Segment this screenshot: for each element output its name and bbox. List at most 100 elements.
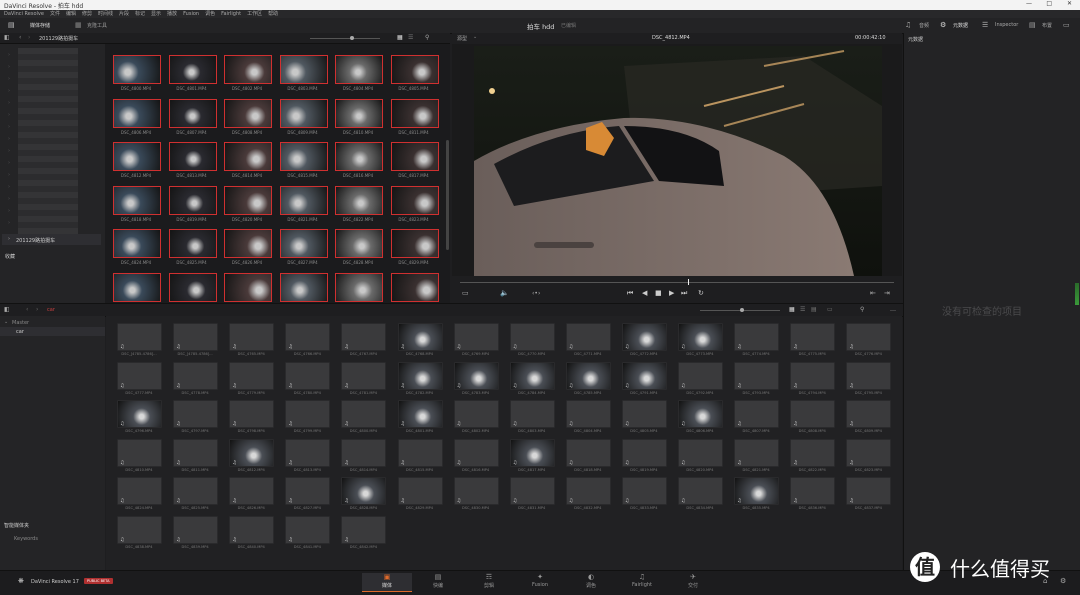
pool-clip-thumbnail[interactable]: ♫ [790, 323, 836, 351]
pool-clip-thumbnail[interactable]: ♫ [453, 477, 499, 505]
pool-clip-thumbnail[interactable]: ♫ [846, 477, 892, 505]
browser-clip-thumbnail[interactable] [168, 55, 217, 84]
pool-thumbnail-slider[interactable] [700, 308, 780, 312]
pool-clip-thumbnail[interactable]: ♫ [846, 438, 892, 467]
browser-clip-thumbnail[interactable] [390, 142, 439, 171]
viewer-mode[interactable]: 源型 [457, 35, 467, 42]
reverse-play-icon[interactable]: ◀ [642, 289, 647, 297]
browser-clip-thumbnail[interactable] [113, 185, 161, 215]
pool-clip-thumbnail[interactable]: ♫ [509, 400, 555, 428]
car-bin[interactable]: car [0, 327, 105, 336]
pool-clip-thumbnail[interactable]: ♫ [229, 361, 275, 390]
browser-clip-thumbnail[interactable] [335, 55, 383, 84]
fullscreen-icon[interactable]: ▭ [1063, 21, 1070, 29]
page-tab[interactable]: ▤ 快编 [413, 573, 463, 591]
maximize-icon[interactable]: □ [1046, 0, 1052, 7]
pool-clip-thumbnail[interactable]: ♫ [117, 361, 162, 390]
browser-clip-thumbnail[interactable] [224, 185, 272, 215]
browser-clip-thumbnail[interactable] [279, 229, 328, 258]
pool-clip-thumbnail[interactable]: ♫ [173, 361, 219, 390]
pool-grid-view-icon[interactable]: ▦ [789, 306, 795, 313]
pool-clip-thumbnail[interactable]: ♫ [285, 477, 331, 505]
browser-clip-thumbnail[interactable] [390, 229, 439, 258]
browser-clip-thumbnail[interactable] [168, 229, 217, 258]
pool-clip-thumbnail[interactable]: ♫ [678, 438, 723, 467]
viewer-options-icon[interactable]: ▭ [462, 289, 469, 297]
browser-clip-thumbnail[interactable] [224, 55, 272, 84]
pool-clip-thumbnail[interactable]: ♫ [117, 477, 162, 505]
pool-clip-thumbnail[interactable]: ♫ [453, 400, 499, 428]
browser-clip-thumbnail[interactable] [390, 272, 439, 302]
pool-clip-thumbnail[interactable]: ♫ [565, 323, 611, 351]
browser-clip-thumbnail[interactable] [335, 272, 383, 302]
pool-clip-thumbnail[interactable]: ♫ [229, 515, 275, 544]
browser-clip-thumbnail[interactable] [279, 272, 328, 302]
volume-icon[interactable]: 🔈 [500, 289, 509, 297]
pool-clip-thumbnail[interactable]: ♫ [341, 438, 387, 467]
browser-clip-thumbnail[interactable] [279, 55, 328, 84]
media-storage-icon[interactable]: ▤ [8, 21, 15, 29]
pool-clip-thumbnail[interactable]: ♫ [678, 400, 723, 428]
pool-clip-thumbnail[interactable]: ♫ [117, 400, 162, 428]
pool-clip-thumbnail[interactable]: ♫ [565, 361, 611, 390]
browser-clip-thumbnail[interactable] [168, 142, 217, 171]
pool-clip-thumbnail[interactable]: ♫ [734, 400, 780, 428]
layout-button[interactable]: 布置 [1042, 22, 1052, 29]
menu-item[interactable]: 片段 [119, 11, 129, 17]
list-view-icon[interactable]: ☰ [408, 34, 413, 41]
browser-clip-thumbnail[interactable] [224, 142, 272, 171]
menu-item[interactable]: 编辑 [66, 11, 76, 17]
pool-clip-thumbnail[interactable]: ♫ [285, 515, 331, 544]
pool-clip-thumbnail[interactable]: ♫ [117, 515, 162, 544]
loop-icon[interactable]: ↻ [698, 289, 704, 297]
pool-clip-thumbnail[interactable]: ♫ [734, 323, 780, 351]
back-icon[interactable]: ‹ [19, 34, 21, 41]
menu-item[interactable]: 工作区 [247, 11, 262, 17]
pool-clip-thumbnail[interactable]: ♫ [173, 477, 219, 505]
pool-clip-thumbnail[interactable]: ♫ [341, 515, 387, 544]
mark-out-icon[interactable]: ⇥ [884, 289, 890, 297]
pool-clip-thumbnail[interactable]: ♫ [117, 438, 162, 467]
pool-clip-thumbnail[interactable]: ♫ [397, 438, 443, 467]
pool-clip-thumbnail[interactable]: ♫ [229, 400, 275, 428]
skip-back-icon[interactable]: ⏮ [627, 289, 633, 298]
page-tab[interactable]: ☶ 剪辑 [464, 573, 514, 591]
pool-clip-thumbnail[interactable]: ♫ [453, 323, 499, 351]
master-bin[interactable]: ⌄ Master [0, 318, 105, 327]
browser-clip-thumbnail[interactable] [168, 185, 217, 215]
keywords-label[interactable]: Keywords [14, 536, 38, 542]
pool-clip-thumbnail[interactable]: ♫ [678, 323, 723, 351]
page-tab[interactable]: ✦ Fusion [515, 573, 565, 591]
chevron-down-icon[interactable]: ⌄ [473, 34, 477, 40]
pool-clip-thumbnail[interactable]: ♫ [565, 400, 611, 428]
pool-clip-thumbnail[interactable]: ♫ [173, 515, 219, 544]
browser-clip-thumbnail[interactable] [168, 98, 217, 128]
pool-clip-thumbnail[interactable]: ♫ [229, 323, 275, 351]
browser-clip-thumbnail[interactable] [390, 55, 439, 84]
pool-clip-thumbnail[interactable]: ♫ [397, 361, 443, 390]
pool-clip-thumbnail[interactable]: ♫ [790, 361, 836, 390]
stop-icon[interactable]: ■ [655, 289, 662, 297]
selected-folder[interactable]: › 201129路拍摄车 [2, 234, 101, 245]
pool-clip-thumbnail[interactable]: ♫ [790, 400, 836, 428]
menu-item[interactable]: 修剪 [82, 11, 92, 17]
metadata-button[interactable]: 元数据 [953, 22, 968, 29]
pool-clip-thumbnail[interactable]: ♫ [117, 323, 162, 351]
inspector-button[interactable]: Inspector [995, 22, 1018, 28]
pool-clip-thumbnail[interactable]: ♫ [341, 477, 387, 505]
browser-clip-thumbnail[interactable] [390, 185, 439, 215]
forward-icon[interactable]: › [28, 34, 30, 41]
grid-view-icon[interactable]: ▦ [397, 34, 403, 41]
search-icon[interactable]: ⚲ [425, 34, 429, 41]
pool-clip-thumbnail[interactable]: ♫ [397, 477, 443, 505]
inspector-icon[interactable]: ☰ [982, 21, 988, 29]
browser-clip-thumbnail[interactable] [224, 272, 272, 302]
browser-clip-thumbnail[interactable] [113, 142, 161, 171]
pool-clip-thumbnail[interactable]: ♫ [790, 477, 836, 505]
browser-clip-thumbnail[interactable] [279, 98, 328, 128]
jog-icon[interactable]: ‹•› [532, 290, 540, 297]
media-storage-button[interactable]: 媒体存储 [30, 22, 50, 29]
clone-tool-icon[interactable]: ▦ [75, 21, 82, 29]
viewer-canvas[interactable] [452, 44, 902, 276]
pool-sort-icon[interactable]: ▭ [827, 306, 833, 313]
